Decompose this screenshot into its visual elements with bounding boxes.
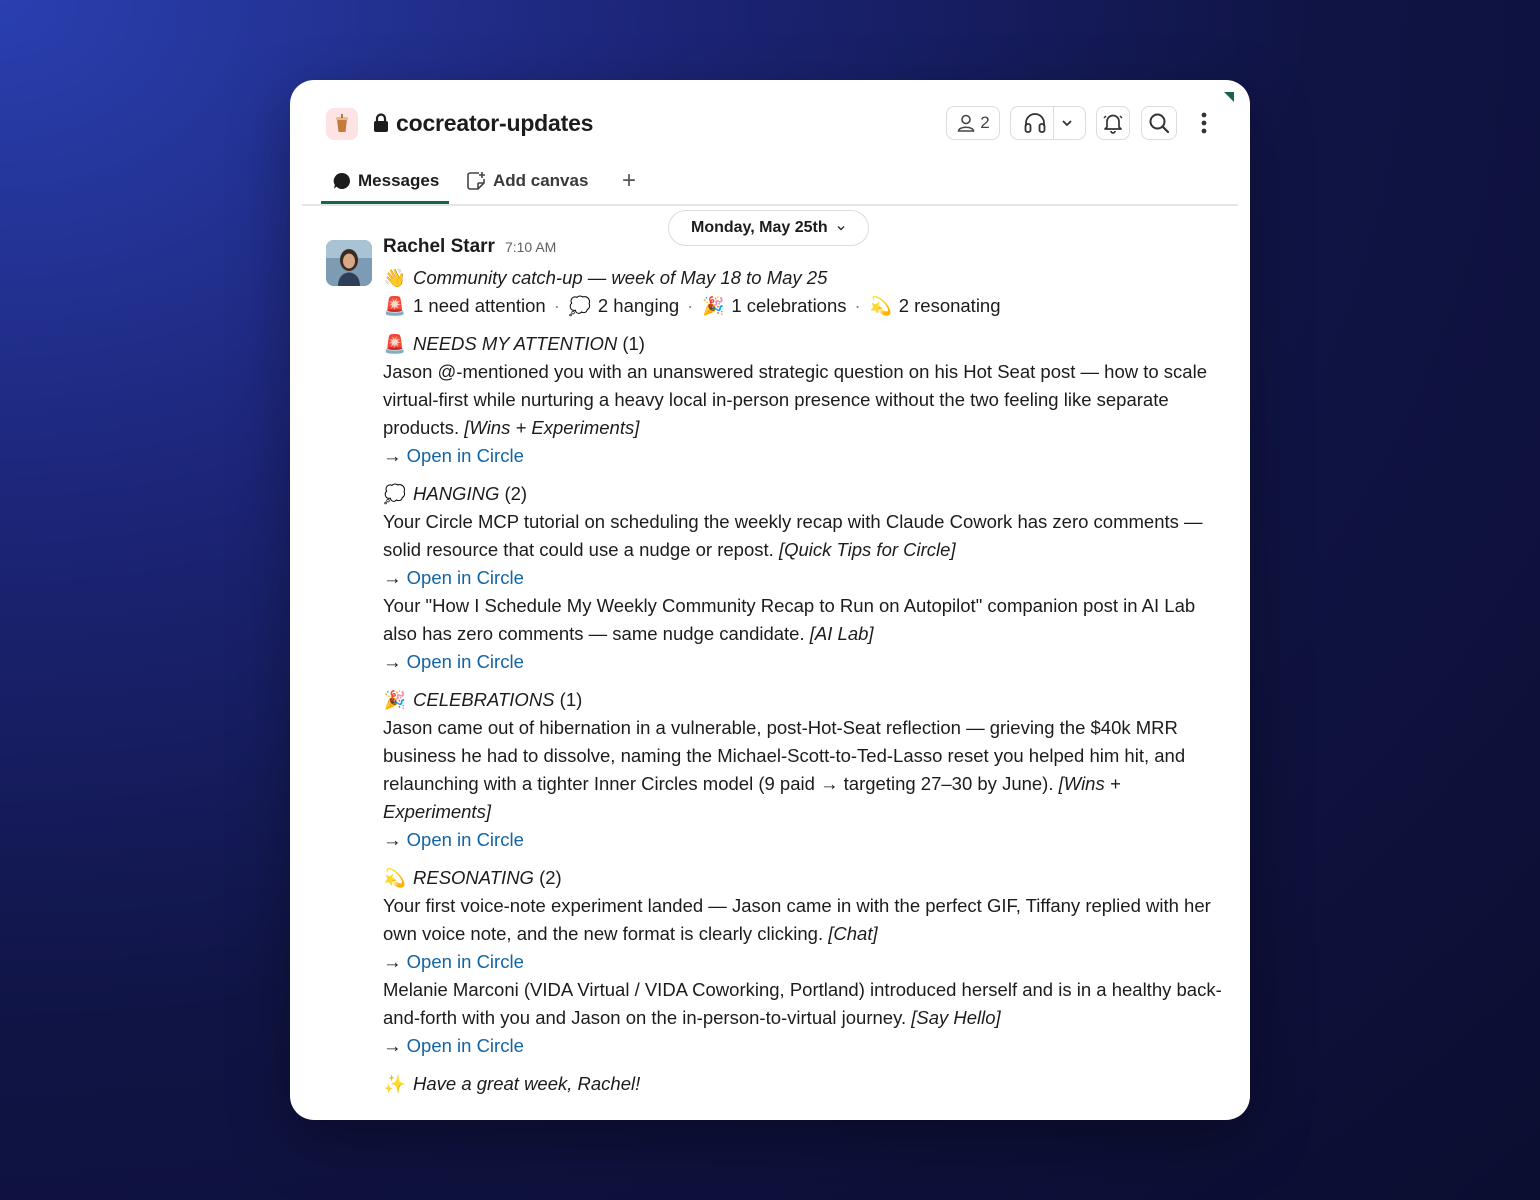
date-label: Monday, May 25th (691, 219, 828, 236)
open-link-row: → Open in Circle (383, 442, 1223, 470)
intro-line: 👋 Community catch-up — week of May 18 to … (383, 264, 1223, 292)
message-bubble-icon (333, 172, 351, 189)
item-tag: [AI Lab] (809, 623, 874, 644)
open-in-circle-link[interactable]: Open in Circle (407, 445, 524, 466)
section-celebrations-heading: 🎉 CELEBRATIONS (1) (383, 686, 1223, 714)
signoff-text: Have a great week, Rachel! (413, 1073, 641, 1094)
kebab-menu-icon (1201, 112, 1207, 134)
summary-line: 🚨 1 need attention · 💭 2 hanging · 🎉 1 celebrat… (383, 292, 1223, 320)
message-header: Rachel Starr 7:10 AM (383, 236, 1223, 264)
tab-add-canvas-label: Add canvas (493, 171, 589, 190)
arrow-right-icon: → (383, 651, 402, 672)
message-timestamp[interactable]: 7:10 AM (505, 239, 556, 255)
section-count: (1) (559, 689, 583, 710)
canvas-add-icon (467, 172, 485, 190)
search-button[interactable] (1141, 106, 1177, 140)
summary-resonating: 2 resonating (898, 295, 1001, 316)
section-item: Jason @-mentioned you with an unanswered… (383, 358, 1223, 442)
add-tab-button[interactable]: + (622, 160, 636, 202)
section-hanging-heading: 💭 HANGING (2) (383, 480, 1223, 508)
open-link-row: → Open in Circle (383, 1032, 1223, 1060)
section-count: (1) (622, 333, 645, 354)
channel-window: cocreator-updates 2 Messages Add canvas (290, 80, 1250, 1120)
members-button[interactable]: 2 (946, 106, 1000, 140)
lock-icon (374, 113, 388, 132)
arrow-right-icon: → (383, 951, 402, 972)
siren-icon: 🚨 (383, 296, 407, 316)
open-in-circle-link[interactable]: Open in Circle (407, 829, 524, 850)
section-title: CELEBRATIONS (413, 689, 555, 710)
section-count: (2) (539, 867, 562, 888)
summary-hanging: 2 hanging (597, 295, 680, 316)
bell-icon (1103, 114, 1123, 134)
channel-header: cocreator-updates 2 (290, 80, 1250, 170)
summary-separator: · (854, 295, 861, 316)
item-tag: [Say Hello] (911, 1007, 1001, 1028)
open-in-circle-link[interactable]: Open in Circle (407, 567, 524, 588)
tab-add-canvas[interactable]: Add canvas (466, 160, 588, 202)
open-link-row: → Open in Circle (383, 948, 1223, 976)
arrow-right-icon: → (383, 567, 402, 588)
item-tag: [Chat] (828, 923, 878, 944)
thought-bubble-icon: 💭 (568, 296, 592, 316)
channel-name[interactable]: cocreator-updates (396, 110, 593, 137)
dizzy-icon: 💫 (869, 296, 892, 316)
message: Rachel Starr 7:10 AM 👋 Community catch-up… (383, 236, 1223, 1098)
tab-messages[interactable]: Messages (320, 160, 450, 204)
open-in-circle-link[interactable]: Open in Circle (407, 1035, 524, 1056)
person-icon (957, 114, 975, 132)
item-tag: [Quick Tips for Circle] (778, 539, 956, 560)
open-link-row: → Open in Circle (383, 826, 1223, 854)
notifications-button[interactable] (1096, 106, 1130, 140)
tab-messages-label: Messages (358, 171, 440, 190)
thought-bubble-icon: 💭 (383, 484, 407, 504)
avatar[interactable] (326, 240, 372, 286)
item-text: Melanie Marconi (VIDA Virtual / VIDA Cow… (383, 979, 1222, 1028)
waving-hand-icon: 👋 (383, 268, 407, 288)
search-icon (1149, 113, 1170, 134)
section-item: Your first voice-note experiment landed … (383, 892, 1223, 948)
summary-separator: · (687, 295, 694, 316)
section-resonating-heading: 💫 RESONATING (2) (383, 864, 1223, 892)
sender-name[interactable]: Rachel Starr (383, 236, 495, 258)
signoff-line: ✨ Have a great week, Rachel! (383, 1070, 1223, 1098)
section-title: HANGING (413, 483, 500, 504)
section-count: (2) (504, 483, 528, 504)
sparkles-icon: ✨ (383, 1074, 407, 1094)
headphones-icon (1024, 113, 1045, 133)
open-link-row: → Open in Circle (383, 564, 1223, 592)
section-item: Your "How I Schedule My Weekly Community… (383, 592, 1223, 648)
item-tag: [Wins + Experiments] (464, 417, 640, 438)
item-text: Your first voice-note experiment landed … (383, 895, 1211, 944)
huddle-divider (1052, 106, 1054, 140)
arrow-right-icon: → (383, 829, 402, 850)
dizzy-icon: 💫 (383, 868, 407, 888)
workspace-cup-icon[interactable] (326, 108, 358, 140)
open-in-circle-link[interactable]: Open in Circle (407, 651, 524, 672)
party-popper-icon: 🎉 (383, 690, 407, 710)
chevron-down-icon[interactable] (1060, 116, 1074, 130)
summary-celebrations: 1 celebrations (731, 295, 847, 316)
open-link-row: → Open in Circle (383, 648, 1223, 676)
member-count: 2 (980, 113, 990, 132)
siren-icon: 🚨 (383, 334, 407, 354)
arrow-right-icon: → (383, 445, 402, 466)
channel-tabs: Messages Add canvas + (302, 160, 1238, 206)
intro-text: Community catch-up — week of May 18 to M… (413, 267, 828, 288)
summary-separator: · (553, 295, 560, 316)
section-title: NEEDS MY ATTENTION (413, 333, 618, 354)
open-in-circle-link[interactable]: Open in Circle (407, 951, 524, 972)
summary-attention: 1 need attention (413, 295, 546, 316)
party-popper-icon: 🎉 (702, 296, 725, 316)
huddle-button[interactable] (1010, 106, 1086, 140)
section-item: Your Circle MCP tutorial on scheduling t… (383, 508, 1223, 564)
item-text: Your "How I Schedule My Weekly Community… (383, 595, 1196, 644)
section-attention-heading: 🚨 NEEDS MY ATTENTION (1) (383, 330, 1223, 358)
section-item: Jason came out of hibernation in a vulne… (383, 714, 1223, 826)
chevron-down-icon (837, 225, 845, 231)
arrow-right-icon: → (383, 1035, 402, 1056)
section-item: Melanie Marconi (VIDA Virtual / VIDA Cow… (383, 976, 1223, 1032)
more-options-button[interactable] (1190, 106, 1218, 140)
section-title: RESONATING (413, 867, 534, 888)
